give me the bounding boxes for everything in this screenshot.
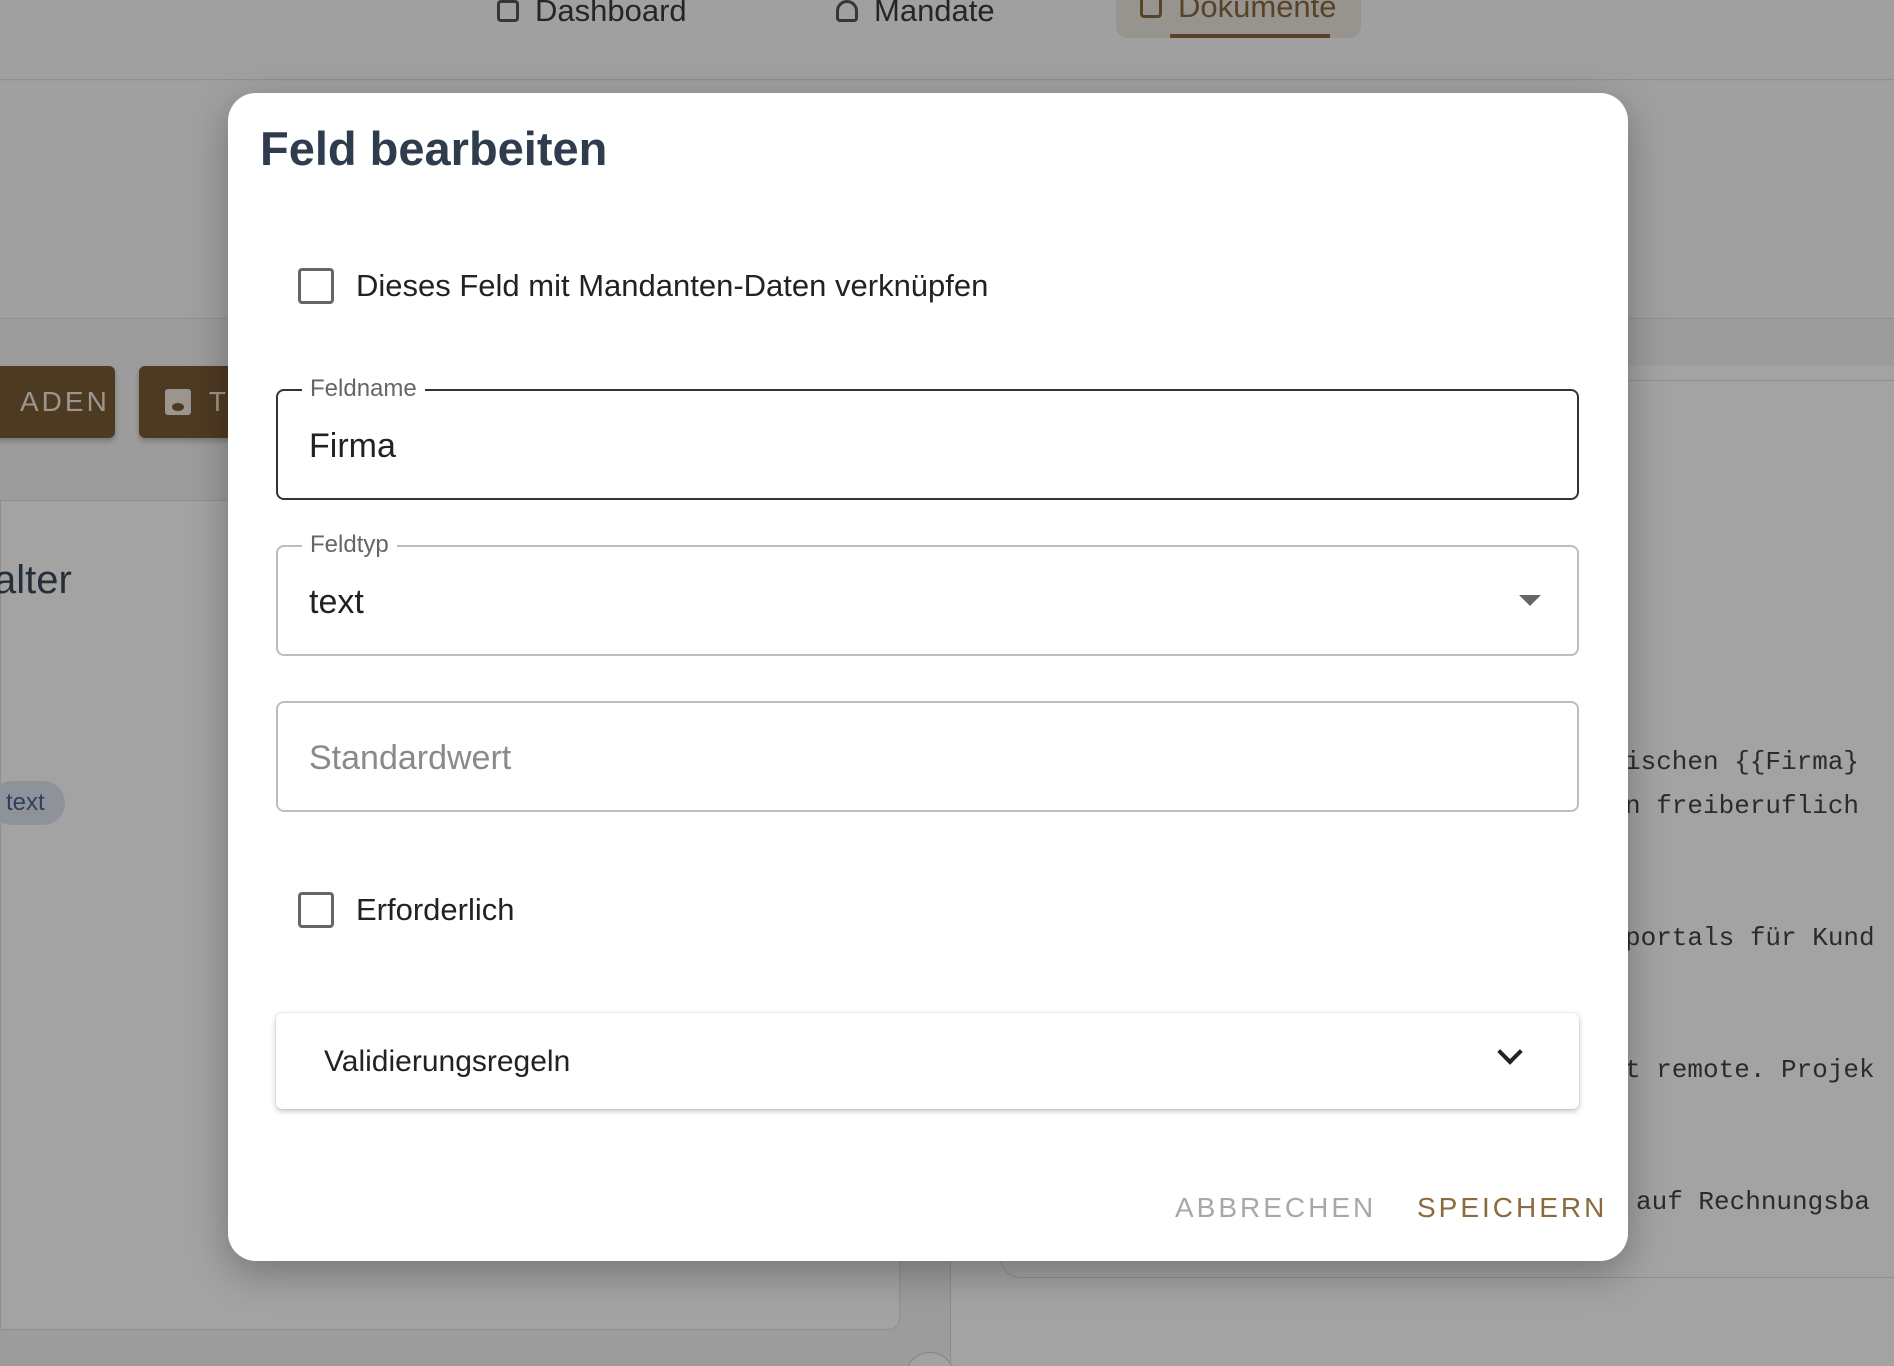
required-checkbox[interactable]	[298, 892, 334, 928]
validation-rules-label: Validierungsregeln	[324, 1045, 571, 1078]
fieldtype-select[interactable]: Feldtyp text	[276, 531, 1579, 656]
fieldname-value: Firma	[309, 427, 396, 465]
cancel-button[interactable]: ABBRECHEN	[1175, 1192, 1376, 1224]
fieldname-input[interactable]: Feldname Firma	[276, 375, 1579, 500]
edit-field-dialog: Feld bearbeiten Dieses Feld mit Mandante…	[228, 93, 1628, 1261]
fieldtype-value: text	[309, 583, 364, 621]
link-client-data-label: Dieses Feld mit Mandanten-Daten verknüpf…	[356, 268, 989, 303]
validation-rules-accordion[interactable]: Validierungsregeln	[276, 1013, 1579, 1109]
fieldtype-label: Feldtyp	[302, 531, 397, 559]
dialog-title: Feld bearbeiten	[260, 122, 608, 175]
default-value-input[interactable]: Standardwert	[276, 701, 1579, 812]
dropdown-arrow-icon	[1519, 595, 1541, 606]
required-label: Erforderlich	[356, 892, 515, 927]
chevron-down-icon	[1497, 1039, 1523, 1065]
required-row[interactable]: Erforderlich	[298, 892, 515, 928]
link-client-data-row[interactable]: Dieses Feld mit Mandanten-Daten verknüpf…	[298, 268, 988, 304]
fieldname-label: Feldname	[302, 375, 425, 403]
link-client-data-checkbox[interactable]	[298, 268, 334, 304]
save-button[interactable]: SPEICHERN	[1417, 1192, 1607, 1224]
default-value-placeholder: Standardwert	[309, 739, 512, 777]
